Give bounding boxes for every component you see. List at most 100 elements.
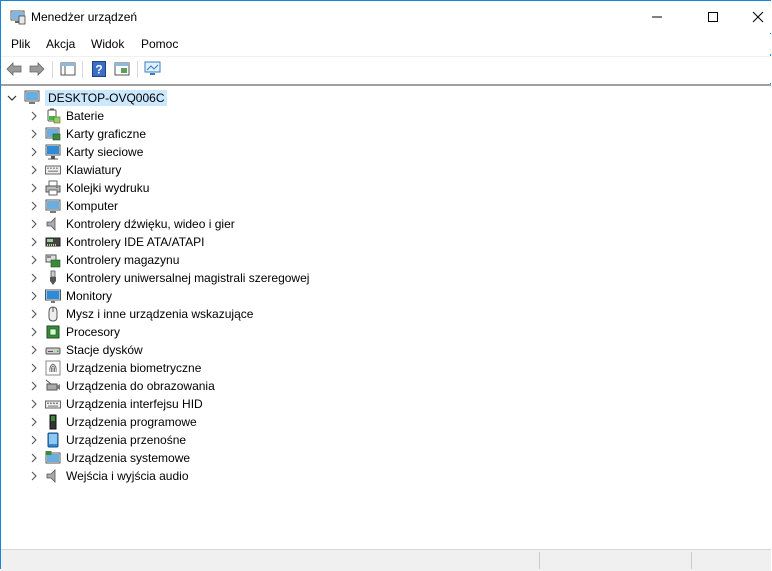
chevron-down-icon[interactable] bbox=[6, 92, 18, 104]
tree-item[interactable]: Karty sieciowe bbox=[28, 143, 143, 161]
tree-item-label: Karty sieciowe bbox=[66, 145, 144, 159]
toolbar-separator bbox=[82, 61, 83, 78]
chevron-right-icon[interactable] bbox=[28, 395, 40, 413]
help-button[interactable]: ? bbox=[90, 60, 108, 78]
chevron-right-icon[interactable] bbox=[28, 107, 40, 125]
tree-item[interactable]: Urządzenia interfejsu HID bbox=[28, 395, 203, 413]
keyboard-icon bbox=[45, 162, 61, 178]
tree-item[interactable]: Mysz i inne urządzenia wskazujące bbox=[28, 305, 253, 323]
chevron-right-icon[interactable] bbox=[28, 233, 40, 251]
tree-item[interactable]: Urządzenia biometryczne bbox=[28, 359, 201, 377]
forward-button[interactable] bbox=[28, 60, 46, 78]
tree-item[interactable]: Procesory bbox=[28, 323, 120, 341]
tree-item-label: Urządzenia biometryczne bbox=[66, 361, 202, 375]
toolbar-separator bbox=[52, 61, 53, 78]
tree-item[interactable]: Kolejki wydruku bbox=[28, 179, 149, 197]
menu-bar: Plik Akcja Widok Pomoc bbox=[1, 34, 771, 54]
minimize-button[interactable] bbox=[634, 1, 680, 33]
computer-icon bbox=[45, 198, 61, 214]
maximize-button[interactable] bbox=[690, 1, 736, 33]
chevron-right-icon[interactable] bbox=[28, 305, 40, 323]
camera-icon bbox=[45, 378, 61, 394]
menu-action[interactable]: Akcja bbox=[46, 37, 75, 51]
portable-device-icon bbox=[45, 432, 61, 448]
close-button[interactable] bbox=[735, 1, 772, 33]
title-bar: Menedżer urządzeń bbox=[1, 1, 771, 33]
chevron-right-icon[interactable] bbox=[28, 215, 40, 233]
battery-icon bbox=[45, 108, 61, 124]
toolbar: ? bbox=[1, 56, 771, 83]
tree-item[interactable]: Stacje dysków bbox=[28, 341, 143, 359]
tree-item-label: Baterie bbox=[66, 109, 105, 123]
tree-root[interactable]: DESKTOP-OVQ006C bbox=[6, 89, 168, 107]
chevron-right-icon[interactable] bbox=[28, 359, 40, 377]
chevron-right-icon[interactable] bbox=[28, 341, 40, 359]
tree-item[interactable]: Kontrolery uniwersalnej magistrali szere… bbox=[28, 269, 309, 287]
tree-item-label: Wejścia i wyjścia audio bbox=[66, 469, 189, 483]
tree-item-label: Kolejki wydruku bbox=[66, 181, 150, 195]
chevron-right-icon[interactable] bbox=[28, 287, 40, 305]
tree-item-label: Stacje dysków bbox=[66, 343, 143, 357]
svg-text:?: ? bbox=[95, 63, 102, 77]
tree-item[interactable]: Karty graficzne bbox=[28, 125, 146, 143]
chevron-right-icon[interactable] bbox=[28, 413, 40, 431]
tree-item[interactable]: Komputer bbox=[28, 197, 118, 215]
back-button[interactable] bbox=[5, 60, 23, 78]
menu-file[interactable]: Plik bbox=[11, 37, 30, 51]
tree-item-label: Procesory bbox=[66, 325, 121, 339]
mouse-icon bbox=[45, 306, 61, 322]
close-icon bbox=[752, 11, 764, 23]
device-tree: DESKTOP-OVQ006C Baterie Karty graficzne Ka… bbox=[1, 84, 771, 549]
tree-item[interactable]: Kontrolery dźwięku, wideo i gier bbox=[28, 215, 235, 233]
chevron-right-icon[interactable] bbox=[28, 197, 40, 215]
tree-item[interactable]: Urządzenia przenośne bbox=[28, 431, 186, 449]
ide-controller-icon bbox=[45, 234, 61, 250]
menu-help[interactable]: Pomoc bbox=[141, 37, 178, 51]
fingerprint-icon bbox=[45, 360, 61, 376]
forward-arrow-icon bbox=[29, 62, 45, 76]
properties-button[interactable] bbox=[113, 60, 131, 78]
menu-view[interactable]: Widok bbox=[91, 37, 124, 51]
tree-item[interactable]: Urządzenia programowe bbox=[28, 413, 197, 431]
tree-item[interactable]: Baterie bbox=[28, 107, 104, 125]
help-icon: ? bbox=[92, 61, 106, 77]
monitor-icon bbox=[45, 288, 61, 304]
chevron-right-icon[interactable] bbox=[28, 323, 40, 341]
tree-item-label: Kontrolery magazynu bbox=[66, 253, 180, 267]
tree-item[interactable]: Kontrolery magazynu bbox=[28, 251, 179, 269]
chevron-right-icon[interactable] bbox=[28, 449, 40, 467]
device-manager-app-icon bbox=[10, 10, 26, 25]
tree-item-label: Karty graficzne bbox=[66, 127, 147, 141]
tree-item[interactable]: Wejścia i wyjścia audio bbox=[28, 467, 189, 485]
tree-item[interactable]: Urządzenia do obrazowania bbox=[28, 377, 215, 395]
scan-hardware-icon bbox=[144, 61, 161, 75]
scan-hardware-button[interactable] bbox=[144, 60, 162, 78]
chevron-right-icon[interactable] bbox=[28, 161, 40, 179]
usb-icon bbox=[45, 270, 61, 286]
tree-item-label: Kontrolery IDE ATA/ATAPI bbox=[66, 235, 205, 249]
tree-item[interactable]: Kontrolery IDE ATA/ATAPI bbox=[28, 233, 205, 251]
chevron-right-icon[interactable] bbox=[28, 467, 40, 485]
tree-item-label: Urządzenia interfejsu HID bbox=[66, 397, 203, 411]
toolbar-separator bbox=[137, 61, 138, 78]
chevron-right-icon[interactable] bbox=[28, 251, 40, 269]
tree-item-label: Klawiatury bbox=[66, 163, 122, 177]
minimize-icon bbox=[652, 16, 662, 18]
network-adapter-icon bbox=[45, 144, 61, 160]
hid-icon bbox=[45, 396, 61, 412]
show-hide-console-tree-button[interactable] bbox=[59, 60, 77, 78]
tree-item-label: Kontrolery uniwersalnej magistrali szere… bbox=[66, 271, 310, 285]
tree-item[interactable]: Klawiatury bbox=[28, 161, 121, 179]
tree-item-label: Urządzenia do obrazowania bbox=[66, 379, 215, 393]
chevron-right-icon[interactable] bbox=[28, 143, 40, 161]
display-adapter-icon bbox=[45, 126, 61, 142]
tree-item[interactable]: Monitory bbox=[28, 287, 112, 305]
chevron-right-icon[interactable] bbox=[28, 269, 40, 287]
chevron-right-icon[interactable] bbox=[28, 179, 40, 197]
tree-item[interactable]: Urządzenia systemowe bbox=[28, 449, 190, 467]
chevron-right-icon[interactable] bbox=[28, 431, 40, 449]
chevron-right-icon[interactable] bbox=[28, 377, 40, 395]
software-device-icon bbox=[45, 414, 61, 430]
chevron-right-icon[interactable] bbox=[28, 125, 40, 143]
disk-drive-icon bbox=[45, 342, 61, 358]
